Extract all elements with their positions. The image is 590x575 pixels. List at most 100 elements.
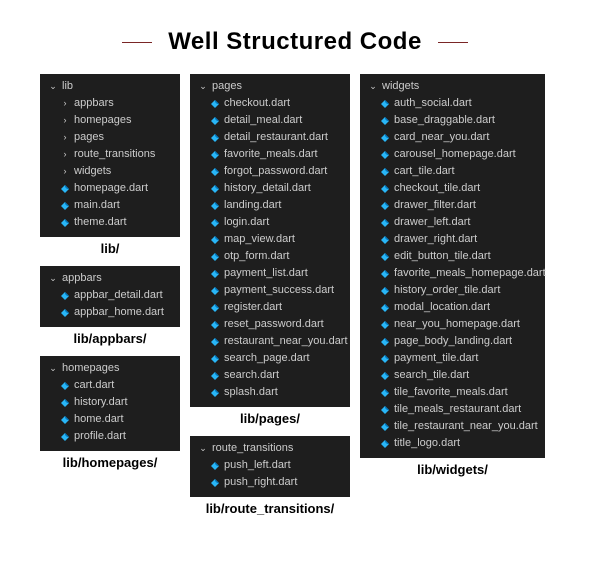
file-homepage-dart[interactable]: homepage.dart — [40, 180, 180, 197]
dart-file-icon — [380, 354, 390, 364]
file-label: map_view.dart — [224, 232, 295, 247]
file-modal_location-dart[interactable]: modal_location.dart — [360, 299, 545, 316]
file-label: checkout.dart — [224, 96, 290, 111]
file-home-dart[interactable]: home.dart — [40, 411, 180, 428]
panel-pages: ⌄ pages checkout.dartdetail_meal.dartdet… — [190, 74, 350, 407]
folder-route-transitions[interactable]: ⌄ route_transitions — [190, 440, 350, 457]
file-register-dart[interactable]: register.dart — [190, 299, 350, 316]
folder-appbars[interactable]: ⌄ appbars — [40, 270, 180, 287]
dart-file-icon — [210, 150, 220, 160]
dart-file-icon — [210, 218, 220, 228]
file-cart_tile-dart[interactable]: cart_tile.dart — [360, 163, 545, 180]
page-title-wrap: Well Structured Code — [0, 0, 590, 74]
file-checkout_tile-dart[interactable]: checkout_tile.dart — [360, 180, 545, 197]
file-edit_button_tile-dart[interactable]: edit_button_tile.dart — [360, 248, 545, 265]
file-label: landing.dart — [224, 198, 282, 213]
file-title_logo-dart[interactable]: title_logo.dart — [360, 435, 545, 452]
file-login-dart[interactable]: login.dart — [190, 214, 350, 231]
chevron-down-icon: ⌄ — [48, 79, 58, 94]
pages-files: checkout.dartdetail_meal.dartdetail_rest… — [190, 95, 350, 401]
file-appbar_home-dart[interactable]: appbar_home.dart — [40, 304, 180, 321]
file-search_page-dart[interactable]: search_page.dart — [190, 350, 350, 367]
folder-homepages[interactable]: ⌄ homepages — [40, 360, 180, 377]
file-map_view-dart[interactable]: map_view.dart — [190, 231, 350, 248]
file-forgot_password-dart[interactable]: forgot_password.dart — [190, 163, 350, 180]
file-label: checkout_tile.dart — [394, 181, 480, 196]
folder-lib[interactable]: ⌄ lib — [40, 78, 180, 95]
file-restaurant_near_you-dart[interactable]: restaurant_near_you.dart — [190, 333, 350, 350]
lib-files: homepage.dartmain.darttheme.dart — [40, 180, 180, 231]
file-label: register.dart — [224, 300, 282, 315]
file-page_body_landing-dart[interactable]: page_body_landing.dart — [360, 333, 545, 350]
file-push_right-dart[interactable]: push_right.dart — [190, 474, 350, 491]
file-appbar_detail-dart[interactable]: appbar_detail.dart — [40, 287, 180, 304]
file-theme-dart[interactable]: theme.dart — [40, 214, 180, 231]
file-search-dart[interactable]: search.dart — [190, 367, 350, 384]
file-card_near_you-dart[interactable]: card_near_you.dart — [360, 129, 545, 146]
file-favorite_meals-dart[interactable]: favorite_meals.dart — [190, 146, 350, 163]
subfolder-widgets[interactable]: ›widgets — [40, 163, 180, 180]
folder-widgets[interactable]: ⌄ widgets — [360, 78, 545, 95]
file-tile_meals_restaurant-dart[interactable]: tile_meals_restaurant.dart — [360, 401, 545, 418]
file-detail_meal-dart[interactable]: detail_meal.dart — [190, 112, 350, 129]
file-main-dart[interactable]: main.dart — [40, 197, 180, 214]
dart-file-icon — [210, 235, 220, 245]
file-search_tile-dart[interactable]: search_tile.dart — [360, 367, 545, 384]
file-payment_list-dart[interactable]: payment_list.dart — [190, 265, 350, 282]
file-tile_favorite_meals-dart[interactable]: tile_favorite_meals.dart — [360, 384, 545, 401]
dart-file-icon — [60, 398, 70, 408]
file-drawer_filter-dart[interactable]: drawer_filter.dart — [360, 197, 545, 214]
dart-file-icon — [60, 201, 70, 211]
dart-file-icon — [380, 133, 390, 143]
subfolder-pages[interactable]: ›pages — [40, 129, 180, 146]
chevron-down-icon: ⌄ — [48, 271, 58, 286]
folder-pages[interactable]: ⌄ pages — [190, 78, 350, 95]
dart-file-icon — [380, 320, 390, 330]
file-landing-dart[interactable]: landing.dart — [190, 197, 350, 214]
folder-label: widgets — [382, 79, 419, 94]
page-title: Well Structured Code — [168, 28, 422, 56]
file-favorite_meals_homepage-dart[interactable]: favorite_meals_homepage.dart — [360, 265, 545, 282]
dart-file-icon — [380, 116, 390, 126]
file-near_you_homepage-dart[interactable]: near_you_homepage.dart — [360, 316, 545, 333]
file-label: home.dart — [74, 412, 124, 427]
dart-file-icon — [60, 415, 70, 425]
dart-file-icon — [380, 184, 390, 194]
subfolder-route_transitions[interactable]: ›route_transitions — [40, 146, 180, 163]
appbars-files: appbar_detail.dartappbar_home.dart — [40, 287, 180, 321]
file-carousel_homepage-dart[interactable]: carousel_homepage.dart — [360, 146, 545, 163]
file-splash-dart[interactable]: splash.dart — [190, 384, 350, 401]
chevron-down-icon: ⌄ — [198, 79, 208, 94]
dart-file-icon — [60, 218, 70, 228]
file-base_draggable-dart[interactable]: base_draggable.dart — [360, 112, 545, 129]
file-history-dart[interactable]: history.dart — [40, 394, 180, 411]
file-payment_success-dart[interactable]: payment_success.dart — [190, 282, 350, 299]
file-tile_restaurant_near_you-dart[interactable]: tile_restaurant_near_you.dart — [360, 418, 545, 435]
file-push_left-dart[interactable]: push_left.dart — [190, 457, 350, 474]
file-profile-dart[interactable]: profile.dart — [40, 428, 180, 445]
file-otp_form-dart[interactable]: otp_form.dart — [190, 248, 350, 265]
chevron-right-icon: › — [60, 164, 70, 179]
file-label: tile_favorite_meals.dart — [394, 385, 508, 400]
file-label: edit_button_tile.dart — [394, 249, 491, 264]
dart-file-icon — [60, 184, 70, 194]
folder-label: route_transitions — [212, 441, 293, 456]
file-detail_restaurant-dart[interactable]: detail_restaurant.dart — [190, 129, 350, 146]
subfolder-homepages[interactable]: ›homepages — [40, 112, 180, 129]
file-checkout-dart[interactable]: checkout.dart — [190, 95, 350, 112]
folder-label: lib — [62, 79, 73, 94]
panel-homepages: ⌄ homepages cart.darthistory.darthome.da… — [40, 356, 180, 451]
file-payment_tile-dart[interactable]: payment_tile.dart — [360, 350, 545, 367]
subfolder-appbars[interactable]: ›appbars — [40, 95, 180, 112]
file-cart-dart[interactable]: cart.dart — [40, 377, 180, 394]
file-drawer_left-dart[interactable]: drawer_left.dart — [360, 214, 545, 231]
dart-file-icon — [380, 388, 390, 398]
widgets-files: auth_social.dartbase_draggable.dartcard_… — [360, 95, 545, 452]
file-label: detail_restaurant.dart — [224, 130, 328, 145]
file-drawer_right-dart[interactable]: drawer_right.dart — [360, 231, 545, 248]
file-reset_password-dart[interactable]: reset_password.dart — [190, 316, 350, 333]
file-history_detail-dart[interactable]: history_detail.dart — [190, 180, 350, 197]
file-auth_social-dart[interactable]: auth_social.dart — [360, 95, 545, 112]
file-history_order_tile-dart[interactable]: history_order_tile.dart — [360, 282, 545, 299]
dart-file-icon — [210, 116, 220, 126]
